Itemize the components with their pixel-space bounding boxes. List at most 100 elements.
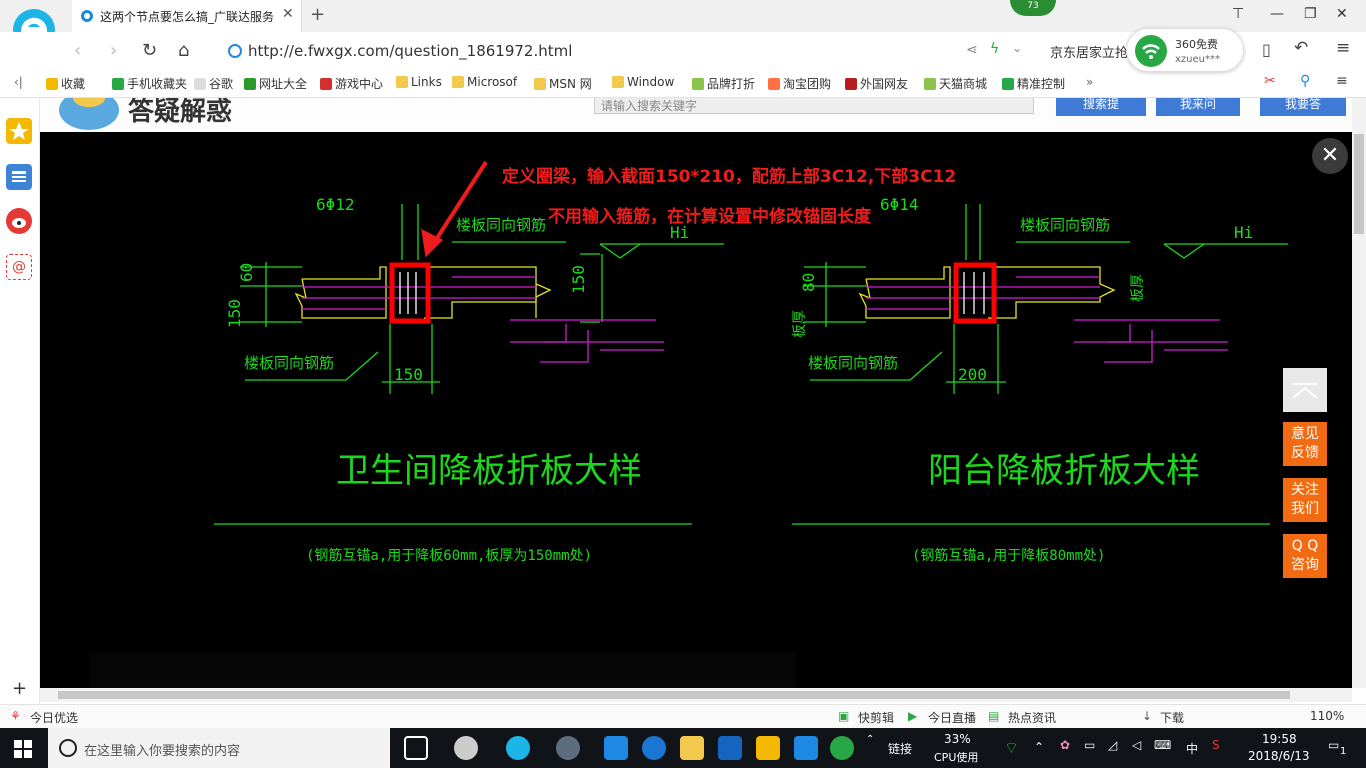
ime-indicator[interactable]: 中 <box>1186 740 1198 757</box>
right-dim-200: 200 <box>958 365 987 384</box>
glodon-icon[interactable] <box>718 736 742 760</box>
taskbar-search-input[interactable]: 在这里输入你要搜索的内容 <box>48 728 390 768</box>
wifi-user: xzueu*** <box>1175 54 1220 65</box>
bookmark-item[interactable]: 天猫商城 <box>924 75 987 92</box>
360-browser-icon[interactable] <box>506 736 530 760</box>
clock-time[interactable]: 19:58 <box>1262 732 1297 746</box>
url-text[interactable]: http://e.fwxgx.com/question_1861972.html <box>248 42 572 60</box>
bookmark-item[interactable]: 收藏 <box>46 75 85 92</box>
site-search-input[interactable]: 请输入搜索关键字 <box>594 98 1034 114</box>
site-search-button[interactable]: 搜索提 <box>1056 98 1146 116</box>
bookmark-item[interactable]: 精准控制 <box>1002 75 1065 92</box>
download-link[interactable]: 下载 <box>1160 709 1184 726</box>
live-today[interactable]: 今日直播 <box>928 709 976 726</box>
jd-link[interactable]: 京东居家立抢 <box>1050 42 1128 61</box>
wifi-popup[interactable]: 360免费 xzueu*** <box>1126 28 1244 72</box>
zoom-level[interactable]: 110% <box>1310 709 1344 723</box>
qq-consult-button[interactable]: Q Q 咨询 <box>1283 534 1327 578</box>
action-center-icon[interactable]: ▭ <box>1328 738 1339 752</box>
today-picks[interactable]: 今日优选 <box>30 709 78 726</box>
more-icon[interactable]: ≡ <box>1336 73 1348 89</box>
keyboard-icon[interactable]: ⌨ <box>1154 738 1171 752</box>
url-field[interactable]: http://e.fwxgx.com/question_1861972.html… <box>222 36 1022 64</box>
restore-icon[interactable]: ❐ <box>1304 6 1317 22</box>
forward-icon[interactable]: › <box>110 40 117 61</box>
hot-news[interactable]: 热点资讯 <box>1008 709 1056 726</box>
bookmark-item[interactable]: 淘宝团购 <box>768 75 831 92</box>
more-bookmarks-icon[interactable]: » <box>1086 75 1093 89</box>
bookmark-item[interactable]: MSN 网 <box>534 75 592 92</box>
link-label[interactable]: 链接 <box>888 740 912 757</box>
left-label-top: 楼板同向钢筋 <box>456 216 546 234</box>
horizontal-scrollbar[interactable] <box>40 688 1352 702</box>
back-to-top-icon[interactable] <box>1283 368 1327 412</box>
browser-tab[interactable]: 这两个节点要怎么搞_广联达服务 ✕ <box>72 0 302 32</box>
tray-app-icon[interactable]: ✿ <box>1060 738 1070 752</box>
volume-icon[interactable]: ◁ <box>1132 738 1141 752</box>
ask-button[interactable]: 我来问 <box>1156 98 1240 116</box>
share-icon[interactable]: ⋖ <box>966 42 978 58</box>
lightning-icon[interactable]: ϟ <box>990 41 999 57</box>
bookmark-item[interactable]: Microsof <box>452 75 517 89</box>
follow-us-button[interactable]: 关注 我们 <box>1283 478 1327 522</box>
email-icon[interactable]: @ <box>6 254 32 280</box>
clock-date[interactable]: 2018/6/13 <box>1248 749 1310 763</box>
home-icon[interactable]: ⌂ <box>178 40 189 61</box>
reload-icon[interactable]: ↻ <box>142 40 157 61</box>
battery-icon[interactable]: ▭ <box>1084 738 1095 752</box>
sogou-icon[interactable]: S <box>1212 738 1220 752</box>
plus-app-icon[interactable] <box>794 736 818 760</box>
windows-start-icon[interactable] <box>14 740 32 758</box>
tab-close-icon[interactable]: ✕ <box>282 6 294 22</box>
favorites-icon[interactable] <box>6 118 32 144</box>
back-icon[interactable]: ‹ <box>74 40 81 61</box>
feedback-button[interactable]: 意见 反馈 <box>1283 422 1327 466</box>
bookmark-item[interactable]: 外国网友 <box>845 75 908 92</box>
quick-clip[interactable]: 快剪辑 <box>858 709 894 726</box>
bookmark-item[interactable]: 游戏中心 <box>320 75 383 92</box>
weibo-icon[interactable] <box>6 208 32 234</box>
active-browser-icon[interactable] <box>830 736 854 760</box>
tray-expand-icon[interactable]: ⌃ <box>1034 740 1044 754</box>
cpu-label: CPU使用 <box>934 751 979 764</box>
bookmark-item[interactable]: Links <box>396 75 442 89</box>
clip-icon: ▣ <box>838 709 850 723</box>
close-window-icon[interactable]: ✕ <box>1336 6 1348 22</box>
right-dim-80: 80 <box>799 273 818 292</box>
vertical-scrollbar[interactable] <box>1352 98 1366 688</box>
file-explorer-icon[interactable] <box>680 736 704 760</box>
wifi-tray-icon[interactable]: ⌔ <box>1004 738 1019 758</box>
search-icon[interactable]: ⚲ <box>1300 73 1310 89</box>
360-safe-icon[interactable] <box>556 736 580 760</box>
gift-icon: ⚘ <box>10 709 21 723</box>
browser-status-bar: ⚘ 今日优选 ▣ 快剪辑 ▶ 今日直播 ▤ 热点资讯 ↓ 下载 110% <box>0 704 1366 728</box>
bookmark-item[interactable]: 品牌打折 <box>692 75 755 92</box>
left-dim-150-left: 150 <box>225 299 244 328</box>
new-tab-button[interactable]: + <box>310 4 325 25</box>
scissors-icon[interactable]: ✂ <box>1264 73 1276 89</box>
bookmark-item[interactable]: 手机收藏夹 <box>112 75 187 92</box>
edge-icon[interactable] <box>604 736 628 760</box>
ie-icon[interactable] <box>642 736 666 760</box>
notification-badge[interactable]: 73 <box>1010 0 1056 16</box>
taskbar-search-placeholder: 在这里输入你要搜索的内容 <box>84 744 241 759</box>
taskbar-scroll-icon[interactable]: ⌃ <box>866 734 874 745</box>
bookmark-item[interactable]: 网址大全 <box>244 75 307 92</box>
chevron-down-icon[interactable]: ⌄ <box>1012 41 1022 55</box>
task-view-icon[interactable] <box>404 736 428 760</box>
bookmark-item[interactable]: 谷歌 <box>194 75 233 92</box>
menu-icon[interactable]: ≡ <box>1336 38 1350 58</box>
phone-icon[interactable]: ▯ <box>1262 40 1271 59</box>
network-icon[interactable]: ◿ <box>1108 738 1117 752</box>
answer-button[interactable]: 我要答 <box>1260 98 1346 116</box>
shirt-icon[interactable]: ⊤ <box>1232 6 1244 22</box>
add-icon[interactable]: + <box>12 678 27 699</box>
sidebar-toggle-icon[interactable]: ‹| <box>14 75 23 89</box>
bookmark-item[interactable]: Window <box>612 75 674 89</box>
undo-icon[interactable]: ↶ <box>1294 38 1308 58</box>
reader-icon[interactable] <box>6 164 32 190</box>
minimize-icon[interactable]: — <box>1270 6 1284 22</box>
notes-icon[interactable] <box>756 736 780 760</box>
fan-app-icon[interactable] <box>454 736 478 760</box>
lightbox-close-icon[interactable]: ✕ <box>1312 138 1348 174</box>
